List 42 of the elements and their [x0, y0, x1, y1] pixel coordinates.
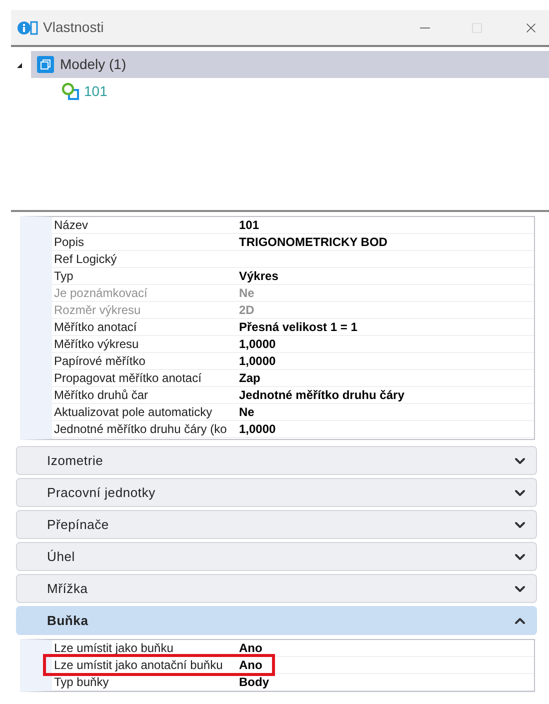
- section-header[interactable]: Mřížka: [16, 574, 537, 603]
- section-header[interactable]: Pracovní jednotky: [16, 478, 537, 507]
- property-name: Lze umístit jako anotační buňku: [53, 657, 224, 673]
- info-icon: [17, 20, 39, 36]
- property-value: 101: [238, 217, 260, 233]
- section-header[interactable]: Úhel: [16, 542, 537, 571]
- property-value: Body: [238, 674, 269, 690]
- tree-item[interactable]: Modely (1): [31, 51, 549, 78]
- property-name: Typ buňky: [53, 674, 110, 690]
- property-name: Měřítko anotací: [53, 319, 138, 335]
- property-value: Výkres: [238, 268, 278, 284]
- section-header[interactable]: Buňka: [16, 606, 537, 635]
- property-value: 1,0000: [238, 336, 276, 352]
- property-value: Přesná velikost 1 = 1: [238, 319, 358, 335]
- property-name: Typ: [53, 268, 74, 284]
- property-value: Jednotné měřítko druhu čáry: [238, 387, 404, 403]
- property-value: 1,0000: [238, 421, 276, 437]
- window-title: Vlastnosti: [43, 18, 104, 37]
- property-name: Popis: [53, 234, 86, 250]
- property-name: Měřítko druhů čar: [53, 387, 150, 403]
- property-name: Ref Logický: [53, 251, 118, 267]
- property-value: Ano: [238, 657, 262, 673]
- property-value: 2D: [238, 302, 254, 318]
- property-value: Zap: [238, 370, 260, 386]
- property-value: Ano: [238, 640, 262, 656]
- models-icon: [37, 56, 54, 73]
- property-name: Rozměr výkresu: [53, 302, 142, 318]
- property-name: Papírové měřítko: [53, 353, 146, 369]
- property-value: Ne: [238, 285, 254, 301]
- property-name: Jednotné měřítko druhu čáry (ko: [53, 421, 228, 437]
- property-name: Je poznámkovací: [53, 285, 148, 301]
- section-header[interactable]: Přepínače: [16, 510, 537, 539]
- property-value: 1,0000: [238, 353, 276, 369]
- property-value: TRIGONOMETRICKY BOD: [238, 234, 388, 250]
- property-name: Propagovat měřítko anotací: [53, 370, 202, 386]
- property-name: Název: [53, 217, 90, 233]
- section-header[interactable]: Izometrie: [16, 446, 537, 475]
- property-name: Lze umístit jako buňku: [53, 640, 174, 656]
- point-icon: [61, 82, 80, 101]
- property-value: Ne: [238, 404, 254, 420]
- property-name: Aktualizovat pole automaticky: [53, 404, 214, 420]
- property-name: Měřítko výkresu: [53, 336, 140, 352]
